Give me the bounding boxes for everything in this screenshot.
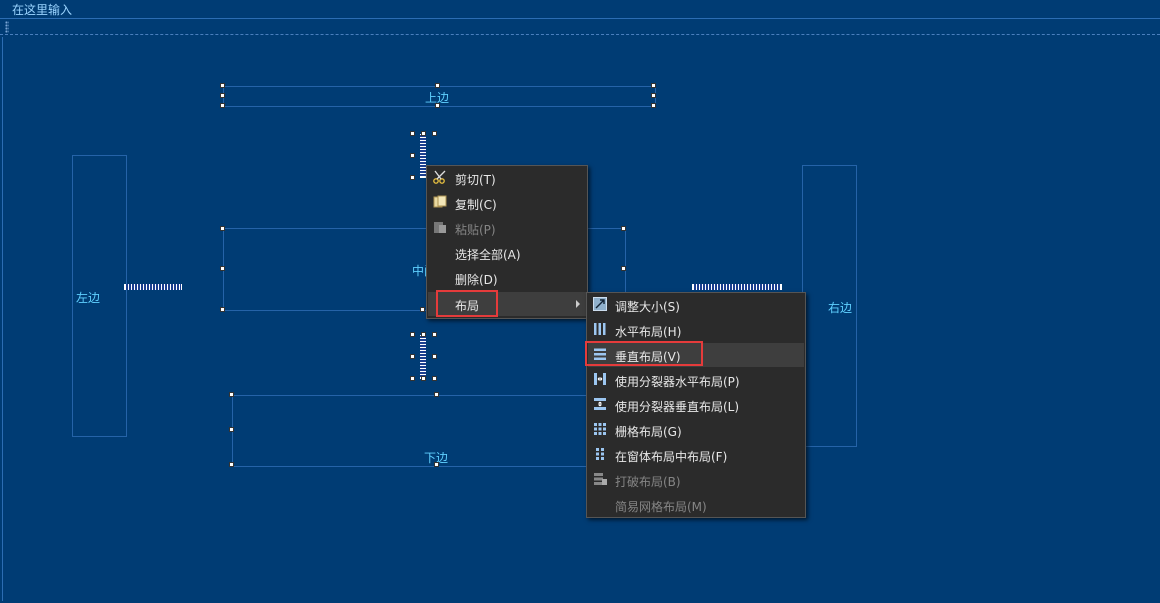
selection-handle[interactable] bbox=[229, 392, 234, 397]
scissors-icon bbox=[433, 170, 447, 184]
horizontal-spacer-left[interactable] bbox=[124, 284, 182, 290]
selection-handle[interactable] bbox=[410, 175, 415, 180]
submenu-arrow-icon bbox=[576, 300, 580, 308]
menu-type-here-hint[interactable]: 在这里输入 bbox=[12, 1, 72, 18]
menu-item-splitter-horizontal[interactable]: 使用分裂器水平布局(P) bbox=[588, 368, 804, 392]
selection-handle[interactable] bbox=[651, 93, 656, 98]
menu-item-label: 粘贴(P) bbox=[455, 223, 496, 237]
menu-item-label: 在窗体布局中布局(F) bbox=[615, 450, 728, 464]
menu-item-delete[interactable]: 删除(D) bbox=[428, 266, 586, 290]
selection-handle[interactable] bbox=[435, 83, 440, 88]
menu-item-grid-layout[interactable]: 栅格布局(G) bbox=[588, 418, 804, 442]
menu-item-select-all[interactable]: 选择全部(A) bbox=[428, 241, 586, 265]
paste-icon bbox=[433, 220, 447, 234]
selection-handle[interactable] bbox=[410, 153, 415, 158]
menu-item-form-layout[interactable]: 在窗体布局中布局(F) bbox=[588, 443, 804, 467]
selection-handle[interactable] bbox=[651, 103, 656, 108]
selection-handle[interactable] bbox=[432, 376, 437, 381]
selection-handle[interactable] bbox=[229, 462, 234, 467]
menu-item-label: 调整大小(S) bbox=[615, 300, 680, 314]
highlight-box-layout bbox=[436, 290, 498, 317]
horizontal-layout-icon bbox=[593, 322, 607, 336]
selection-handle[interactable] bbox=[410, 332, 415, 337]
selection-handle[interactable] bbox=[220, 83, 225, 88]
menu-item-label: 删除(D) bbox=[455, 273, 498, 287]
selection-handle[interactable] bbox=[220, 103, 225, 108]
selection-handle[interactable] bbox=[220, 266, 225, 271]
form-canvas[interactable] bbox=[2, 37, 1158, 601]
menu-item-label: 水平布局(H) bbox=[615, 325, 682, 339]
selection-handle[interactable] bbox=[621, 266, 626, 271]
menu-item-break-layout[interactable]: 打破布局(B) bbox=[588, 468, 804, 492]
menu-item-horizontal-layout[interactable]: 水平布局(H) bbox=[588, 318, 804, 342]
menu-item-label: 剪切(T) bbox=[455, 173, 496, 187]
selection-handle[interactable] bbox=[651, 83, 656, 88]
menu-item-simple-grid-layout[interactable]: 简易网格布局(M) bbox=[588, 493, 804, 517]
menu-item-copy[interactable]: 复制(C) bbox=[428, 191, 586, 215]
vertical-spacer-bottom[interactable] bbox=[420, 335, 426, 379]
selection-handle[interactable] bbox=[432, 332, 437, 337]
selection-handle[interactable] bbox=[434, 392, 439, 397]
selection-handle[interactable] bbox=[421, 131, 426, 136]
selection-handle[interactable] bbox=[420, 307, 425, 312]
layout-submenu: 调整大小(S) 水平布局(H) 垂直布局(V) 使用分裂器水平布局(P) 使用分… bbox=[586, 292, 806, 518]
toolbar-area bbox=[0, 20, 1160, 35]
selection-handle[interactable] bbox=[621, 226, 626, 231]
selection-handle[interactable] bbox=[432, 354, 437, 359]
menu-item-label: 栅格布局(G) bbox=[615, 425, 682, 439]
menu-item-label: 复制(C) bbox=[455, 198, 497, 212]
selection-handle[interactable] bbox=[229, 427, 234, 432]
menu-item-label: 使用分裂器水平布局(P) bbox=[615, 375, 740, 389]
selection-handle[interactable] bbox=[220, 93, 225, 98]
menu-item-label: 选择全部(A) bbox=[455, 248, 521, 262]
selection-handle[interactable] bbox=[434, 462, 439, 467]
menu-item-paste[interactable]: 粘贴(P) bbox=[428, 216, 586, 240]
selection-handle[interactable] bbox=[421, 376, 426, 381]
highlight-box-vertical-layout bbox=[585, 341, 703, 366]
menu-item-cut[interactable]: 剪切(T) bbox=[428, 166, 586, 190]
menu-item-label: 使用分裂器垂直布局(L) bbox=[615, 400, 740, 414]
form-layout-icon bbox=[593, 447, 607, 461]
menu-item-label: 打破布局(B) bbox=[615, 475, 681, 489]
selection-handle[interactable] bbox=[410, 376, 415, 381]
right-label-text: 右边 bbox=[828, 301, 853, 315]
selection-handle[interactable] bbox=[410, 354, 415, 359]
selection-handle[interactable] bbox=[220, 226, 225, 231]
selection-handle[interactable] bbox=[432, 131, 437, 136]
splitter-vertical-icon bbox=[593, 397, 607, 411]
menu-item-splitter-vertical[interactable]: 使用分裂器垂直布局(L) bbox=[588, 393, 804, 417]
left-label-text: 左边 bbox=[76, 291, 101, 305]
splitter-horizontal-icon bbox=[593, 372, 607, 386]
menu-bar[interactable]: 在这里输入 bbox=[0, 0, 1160, 19]
selection-handle[interactable] bbox=[435, 103, 440, 108]
selection-handle[interactable] bbox=[410, 131, 415, 136]
menu-item-label: 简易网格布局(M) bbox=[615, 500, 707, 514]
resize-icon bbox=[593, 297, 607, 311]
toolbar-grip-icon[interactable] bbox=[5, 21, 9, 33]
copy-icon bbox=[433, 195, 447, 209]
horizontal-spacer-right[interactable] bbox=[692, 284, 782, 290]
selection-handle[interactable] bbox=[421, 332, 426, 337]
break-layout-icon bbox=[593, 472, 607, 486]
grid-layout-icon bbox=[593, 422, 607, 436]
menu-item-resize[interactable]: 调整大小(S) bbox=[588, 293, 804, 317]
selection-handle[interactable] bbox=[220, 307, 225, 312]
